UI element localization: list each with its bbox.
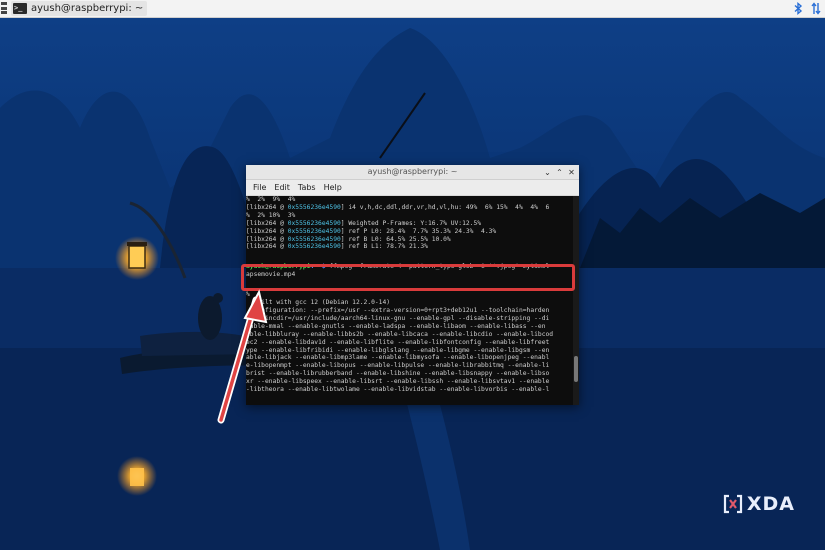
- maximize-icon[interactable]: ⌃: [555, 168, 564, 177]
- command-highlight-box: [241, 264, 575, 291]
- output-line: -libtheora --enable-libtwolame --enable-…: [246, 386, 550, 394]
- app-menu-icon[interactable]: [1, 2, 7, 14]
- minimize-icon[interactable]: ⌄: [543, 168, 552, 177]
- system-tray: [794, 2, 821, 15]
- terminal-titlebar[interactable]: ayush@raspberrypi: ~ ⌄ ⌃ ✕: [246, 165, 579, 180]
- bluetooth-icon[interactable]: [794, 2, 803, 15]
- terminal-title: ayush@raspberrypi: ~: [367, 167, 458, 176]
- hex-address: 0x5556236e4590: [287, 227, 341, 235]
- output-line: %: [246, 291, 250, 299]
- hex-address: 0x5556236e4590: [287, 235, 341, 243]
- xda-watermark: XDA: [723, 493, 795, 515]
- xda-watermark-text: XDA: [746, 493, 795, 515]
- window-controls: ⌄ ⌃ ✕: [543, 165, 576, 179]
- taskbar-window-title: ayush@raspberrypi: ~: [31, 3, 144, 14]
- output-line: ype --enable-libfribidi --enable-libglsl…: [246, 346, 550, 354]
- hex-address: 0x5556236e4590: [287, 203, 341, 211]
- output-line: e-libopenmpt --enable-libopus --enable-l…: [246, 362, 550, 370]
- output-line: % 2% 9% 4%: [246, 196, 296, 203]
- output-line: [libx264 @ 0x5556236e4590] ref B L0: 64.…: [246, 235, 451, 243]
- top-panel: >_ ayush@raspberrypi: ~: [0, 0, 825, 18]
- output-line: xr --enable-libspeex --enable-libsrt --e…: [246, 378, 550, 386]
- output-line: able-libjack --enable-libmp3lame --enabl…: [246, 354, 550, 362]
- output-line: % 2% 10% 3%: [246, 211, 296, 219]
- output-line: [libx264 @ 0x5556236e4590] Weighted P-Fr…: [246, 219, 482, 227]
- output-line: brist --enable-librubberband --enable-li…: [246, 370, 550, 378]
- xda-logo-icon: [723, 494, 742, 514]
- output-line: ec2 --enable-libdav1d --enable-libflite …: [246, 338, 550, 346]
- output-line: able-libbluray --enable-libbs2b --enable…: [246, 330, 554, 338]
- hex-address: 0x5556236e4590: [287, 243, 341, 251]
- output-line: [libx264 @ 0x5556236e4590] ref B L1: 78.…: [246, 243, 428, 251]
- scrollbar-thumb[interactable]: [574, 356, 578, 382]
- output-line: ed --incdir=/usr/include/aarch64-linux-g…: [246, 314, 550, 322]
- menu-help[interactable]: Help: [320, 180, 346, 195]
- menu-tabs[interactable]: Tabs: [294, 180, 320, 195]
- menu-file[interactable]: File: [249, 180, 270, 195]
- terminal-scrollbar[interactable]: [573, 196, 579, 405]
- menu-edit[interactable]: Edit: [270, 180, 294, 195]
- output-line: built with gcc 12 (Debian 12.2.0-14): [246, 299, 391, 307]
- close-icon[interactable]: ✕: [567, 168, 576, 177]
- network-transfer-icon[interactable]: [811, 2, 821, 15]
- terminal-icon: >_: [13, 3, 27, 14]
- taskbar-terminal-button[interactable]: >_ ayush@raspberrypi: ~: [11, 1, 148, 16]
- terminal-menubar: File Edit Tabs Help: [246, 180, 579, 196]
- terminal-output[interactable]: % 2% 9% 4% [libx264 @ 0x5556236e4590] i4…: [246, 196, 573, 405]
- output-line: configuration: --prefix=/usr --extra-ver…: [246, 306, 550, 314]
- hex-address: 0x5556236e4590: [287, 219, 341, 227]
- output-line: [libx264 @ 0x5556236e4590] ref P L0: 28.…: [246, 227, 497, 235]
- output-line: [libx264 @ 0x5556236e4590] i4 v,h,dc,ddl…: [246, 203, 550, 211]
- output-line: sable-mmal --enable-gnutls --enable-lads…: [246, 322, 546, 330]
